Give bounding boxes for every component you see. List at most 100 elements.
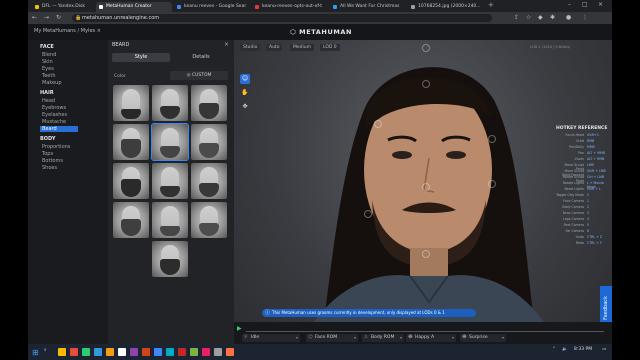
dropdown-surprise[interactable]: ☻ Surprise ▾ <box>460 334 506 342</box>
browser-tab[interactable]: All We Want For Christmas <box>330 2 406 12</box>
dropdown-face-rom[interactable]: ☺ Face ROM ▾ <box>306 334 358 342</box>
bookmark-star-icon[interactable]: ☆ <box>526 14 531 21</box>
beard-style-thumbnail[interactable] <box>113 124 149 160</box>
sculpt-point[interactable] <box>422 80 430 88</box>
dropdown-happy-a[interactable]: ☻ Happy A ▾ <box>406 334 456 342</box>
sidebar-item-head[interactable]: Head <box>42 98 55 104</box>
taskbar-app-icon[interactable] <box>154 348 162 356</box>
notifications-icon[interactable]: ▭ <box>602 347 606 352</box>
puzzle-icon[interactable]: ✱ <box>550 14 555 21</box>
taskbar-app-icon[interactable] <box>190 348 198 356</box>
taskbar-app-icon[interactable] <box>226 348 234 356</box>
sidebar-item-beard[interactable]: Beard <box>40 126 78 132</box>
sidebar-item-eyelashes[interactable]: Eyelashes <box>42 112 67 118</box>
sculpt-point[interactable] <box>374 120 382 128</box>
beard-style-thumbnail[interactable] <box>113 202 149 238</box>
viewport-3d[interactable]: Studio Auto Medium LOD 0 LOD 1 (1010 | 9… <box>234 40 612 360</box>
sidebar-item-shoes[interactable]: Shoes <box>42 165 57 171</box>
lock-icon: 🔒 <box>75 15 82 21</box>
beard-style-thumbnail[interactable] <box>152 202 188 238</box>
sculpt-point[interactable] <box>422 183 430 191</box>
beard-style-thumbnail[interactable] <box>113 85 149 121</box>
taskbar-app-icon[interactable] <box>202 348 210 356</box>
beard-style-thumbnail[interactable] <box>152 163 188 199</box>
browser-tab-active[interactable]: MetaHuman Creator <box>96 2 172 12</box>
minimize-icon[interactable]: – <box>568 1 571 8</box>
close-panel-icon[interactable]: × <box>224 41 229 48</box>
view-studio[interactable]: Studio <box>240 44 261 51</box>
sculpt-point[interactable] <box>488 180 496 188</box>
sidebar-item-eyes[interactable]: Eyes <box>42 66 54 72</box>
taskbar-app-icon[interactable] <box>106 348 114 356</box>
dropdown-idle[interactable]: ⚲ Idle ▾ <box>242 334 300 342</box>
forward-icon[interactable]: → <box>44 14 49 21</box>
tray-arrow-icon[interactable]: ⌃ <box>552 347 556 352</box>
volume-icon[interactable]: 🔈 <box>562 347 568 352</box>
share-icon[interactable]: ⇪ <box>514 14 519 21</box>
search-icon[interactable]: ⌕ <box>44 347 47 353</box>
face-tool-icon[interactable]: ☺ <box>240 74 250 84</box>
reload-icon[interactable]: ↻ <box>56 14 61 21</box>
view-auto[interactable]: Auto <box>266 44 283 51</box>
taskbar-app-icon[interactable] <box>70 348 78 356</box>
sidebar-item-mustache[interactable]: Mustache <box>42 119 66 125</box>
menu-dots-icon[interactable]: ⋮ <box>582 14 588 21</box>
browser-tab[interactable]: keanu reeves - Google Sear <box>174 2 250 12</box>
windows-start-icon[interactable]: ⊞ <box>32 348 39 357</box>
browser-tab[interactable]: keanu-reeves-opts-out-of-t <box>252 2 328 12</box>
brand-text: METAHUMAN <box>299 28 353 36</box>
sculpt-point[interactable] <box>422 44 430 52</box>
close-window-icon[interactable]: × <box>598 1 603 8</box>
taskbar-app-icon[interactable] <box>166 348 174 356</box>
taskbar-app-icon[interactable] <box>130 348 138 356</box>
sidebar-item-teeth[interactable]: Teeth <box>42 73 56 79</box>
move-tool-icon[interactable]: ✥ <box>240 102 250 112</box>
sculpt-point[interactable] <box>488 135 496 143</box>
taskbar-app-icon[interactable] <box>178 348 186 356</box>
taskbar-app-icon[interactable] <box>142 348 150 356</box>
breadcrumb[interactable]: My MetaHumans / Myles × <box>34 28 101 34</box>
sidebar-item-tops[interactable]: Tops <box>42 151 53 157</box>
sidebar-item-blend[interactable]: Blend <box>42 52 56 58</box>
maximize-icon[interactable]: □ <box>582 1 588 8</box>
browser-tab[interactable]: 10768254.jpg (2000×240... <box>408 2 484 12</box>
view-medium[interactable]: Medium <box>290 44 314 51</box>
beard-style-thumbnail[interactable] <box>113 163 149 199</box>
taskbar-app-icon[interactable] <box>94 348 102 356</box>
sidebar-item-bottoms[interactable]: Bottoms <box>42 158 63 164</box>
beard-style-thumbnail[interactable] <box>152 85 188 121</box>
taskbar-app-icon[interactable] <box>58 348 66 356</box>
extension-icon[interactable]: ◆ <box>538 14 543 21</box>
browser-tab[interactable]: DFL — Yandex.Disk <box>32 2 94 12</box>
hotkey-action: Body Camera <box>562 205 584 209</box>
custom-color-button[interactable]: ◎ CUSTOM <box>170 71 228 80</box>
sculpt-tool-icon[interactable]: ✋ <box>240 88 250 98</box>
beard-style-thumbnail[interactable] <box>191 202 227 238</box>
beard-style-thumbnail[interactable] <box>191 124 227 160</box>
hotkey-keys: 1 <box>587 199 590 203</box>
sculpt-point[interactable] <box>422 250 430 258</box>
taskbar-app-icon[interactable] <box>82 348 90 356</box>
beard-style-thumbnail[interactable] <box>191 85 227 121</box>
sidebar-item-makeup[interactable]: Makeup <box>42 80 62 86</box>
new-tab-icon[interactable]: + <box>488 1 494 9</box>
profile-avatar[interactable]: ● <box>566 14 571 21</box>
sidebar-item-eyebrows[interactable]: Eyebrows <box>42 105 66 111</box>
timeline-scrubber[interactable] <box>246 331 604 332</box>
back-icon[interactable]: ← <box>32 14 37 21</box>
beard-style-thumbnail[interactable] <box>151 123 189 161</box>
play-icon[interactable]: ▶ <box>237 325 242 332</box>
view-lod[interactable]: LOD 0 <box>320 44 340 51</box>
sidebar-item-skin[interactable]: Skin <box>42 59 53 65</box>
tab-style[interactable]: Style <box>112 53 170 62</box>
taskbar-app-icon[interactable] <box>118 348 126 356</box>
sidebar-item-proportions[interactable]: Proportions <box>42 144 70 150</box>
clock[interactable]: 8:33 PM <box>574 347 592 352</box>
beard-style-thumbnail[interactable] <box>191 163 227 199</box>
dropdown-body-rom[interactable]: ♙ Body ROM ▾ <box>362 334 404 342</box>
tab-details[interactable]: Details <box>172 53 230 62</box>
beard-style-thumbnail[interactable] <box>152 241 188 277</box>
sculpt-point[interactable] <box>364 210 372 218</box>
url-field[interactable]: 🔒 metahuman.unrealengine.com <box>72 14 492 22</box>
taskbar-app-icon[interactable] <box>214 348 222 356</box>
